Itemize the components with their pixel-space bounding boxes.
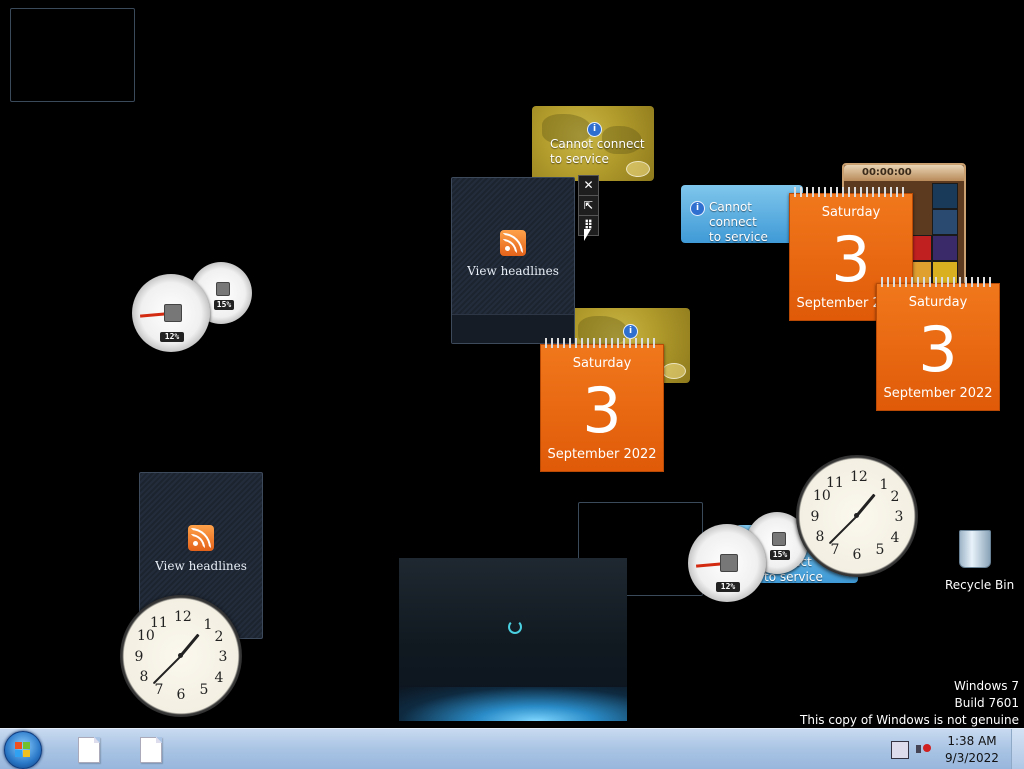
cpu-chip-icon bbox=[720, 554, 738, 572]
calendar-month-year: September 2022 bbox=[547, 447, 657, 462]
puzzle-timer: 00:00:00 bbox=[862, 167, 912, 178]
memory-chip-icon bbox=[216, 282, 230, 296]
recycle-bin-icon[interactable] bbox=[959, 530, 991, 568]
memory-percentage: 15% bbox=[770, 550, 790, 560]
cpu-meter-gadget-2[interactable]: 15% 12% bbox=[688, 510, 812, 602]
show-desktop-button[interactable] bbox=[1011, 729, 1024, 769]
calendar-gadget-3[interactable]: Saturday 3 September 2022 bbox=[540, 338, 664, 472]
rss-icon bbox=[188, 525, 214, 551]
clock-gadget[interactable]: 12 1 2 3 4 5 6 7 8 9 10 11 bbox=[796, 455, 918, 577]
clock-gadget-2[interactable]: 12 1 2 3 4 5 6 7 8 9 10 11 bbox=[120, 595, 242, 717]
cpu-meter-gadget[interactable]: 15% 12% bbox=[132, 260, 256, 352]
clock-date[interactable]: 9/3/2022 bbox=[942, 750, 1002, 766]
larger-size-button[interactable]: ⇱ bbox=[578, 195, 599, 216]
coin-icon bbox=[662, 363, 686, 379]
view-headlines-link[interactable]: View headlines bbox=[140, 559, 262, 573]
taskbar-document-icon-2[interactable] bbox=[140, 737, 162, 763]
info-icon: i bbox=[587, 122, 602, 137]
currency-gadget[interactable]: i Cannot connect to service bbox=[532, 106, 654, 181]
loading-spinner-icon bbox=[508, 620, 522, 634]
empty-gadget-frame-top-left[interactable] bbox=[10, 8, 135, 102]
cpu-percentage: 12% bbox=[160, 332, 184, 342]
network-icon[interactable] bbox=[891, 741, 909, 759]
memory-chip-icon bbox=[772, 532, 786, 546]
calendar-month-year: September 2022 bbox=[883, 386, 993, 401]
memory-percentage: 15% bbox=[214, 300, 234, 310]
feed-headlines-gadget[interactable]: View headlines bbox=[451, 177, 575, 344]
recycle-bin-label[interactable]: Recycle Bin bbox=[945, 578, 1014, 592]
weather-gadget[interactable]: i Cannot connect to service bbox=[681, 185, 803, 244]
volume-muted-icon[interactable] bbox=[915, 741, 931, 757]
genuine-watermark: Windows 7 Build 7601 This copy of Window… bbox=[800, 678, 1019, 729]
cpu-percentage: 12% bbox=[716, 582, 740, 592]
slideshow-gadget[interactable] bbox=[399, 558, 627, 721]
cpu-chip-icon bbox=[164, 304, 182, 322]
watermark-build: Build 7601 bbox=[954, 696, 1019, 710]
calendar-weekday: Saturday bbox=[908, 295, 968, 310]
info-icon: i bbox=[690, 201, 705, 216]
calendar-weekday: Saturday bbox=[572, 356, 632, 371]
clock-time[interactable]: 1:38 AM bbox=[942, 733, 1002, 749]
watermark-genuine-notice: This copy of Windows is not genuine bbox=[800, 713, 1019, 727]
calendar-weekday: Saturday bbox=[821, 205, 881, 220]
calendar-day: 3 bbox=[918, 313, 958, 386]
coin-icon bbox=[626, 161, 650, 177]
mouse-cursor-icon bbox=[584, 229, 591, 241]
close-button[interactable]: ✕ bbox=[578, 175, 599, 196]
rss-icon bbox=[500, 230, 526, 256]
calendar-day: 3 bbox=[582, 374, 622, 447]
view-headlines-link[interactable]: View headlines bbox=[452, 264, 574, 278]
start-button[interactable] bbox=[4, 731, 42, 769]
info-icon: i bbox=[623, 324, 638, 339]
watermark-os-name: Windows 7 bbox=[953, 679, 1019, 693]
calendar-gadget-2[interactable]: Saturday 3 September 2022 bbox=[876, 277, 1000, 411]
taskbar: 1:38 AM 9/3/2022 bbox=[0, 728, 1024, 769]
taskbar-document-icon[interactable] bbox=[78, 737, 100, 763]
